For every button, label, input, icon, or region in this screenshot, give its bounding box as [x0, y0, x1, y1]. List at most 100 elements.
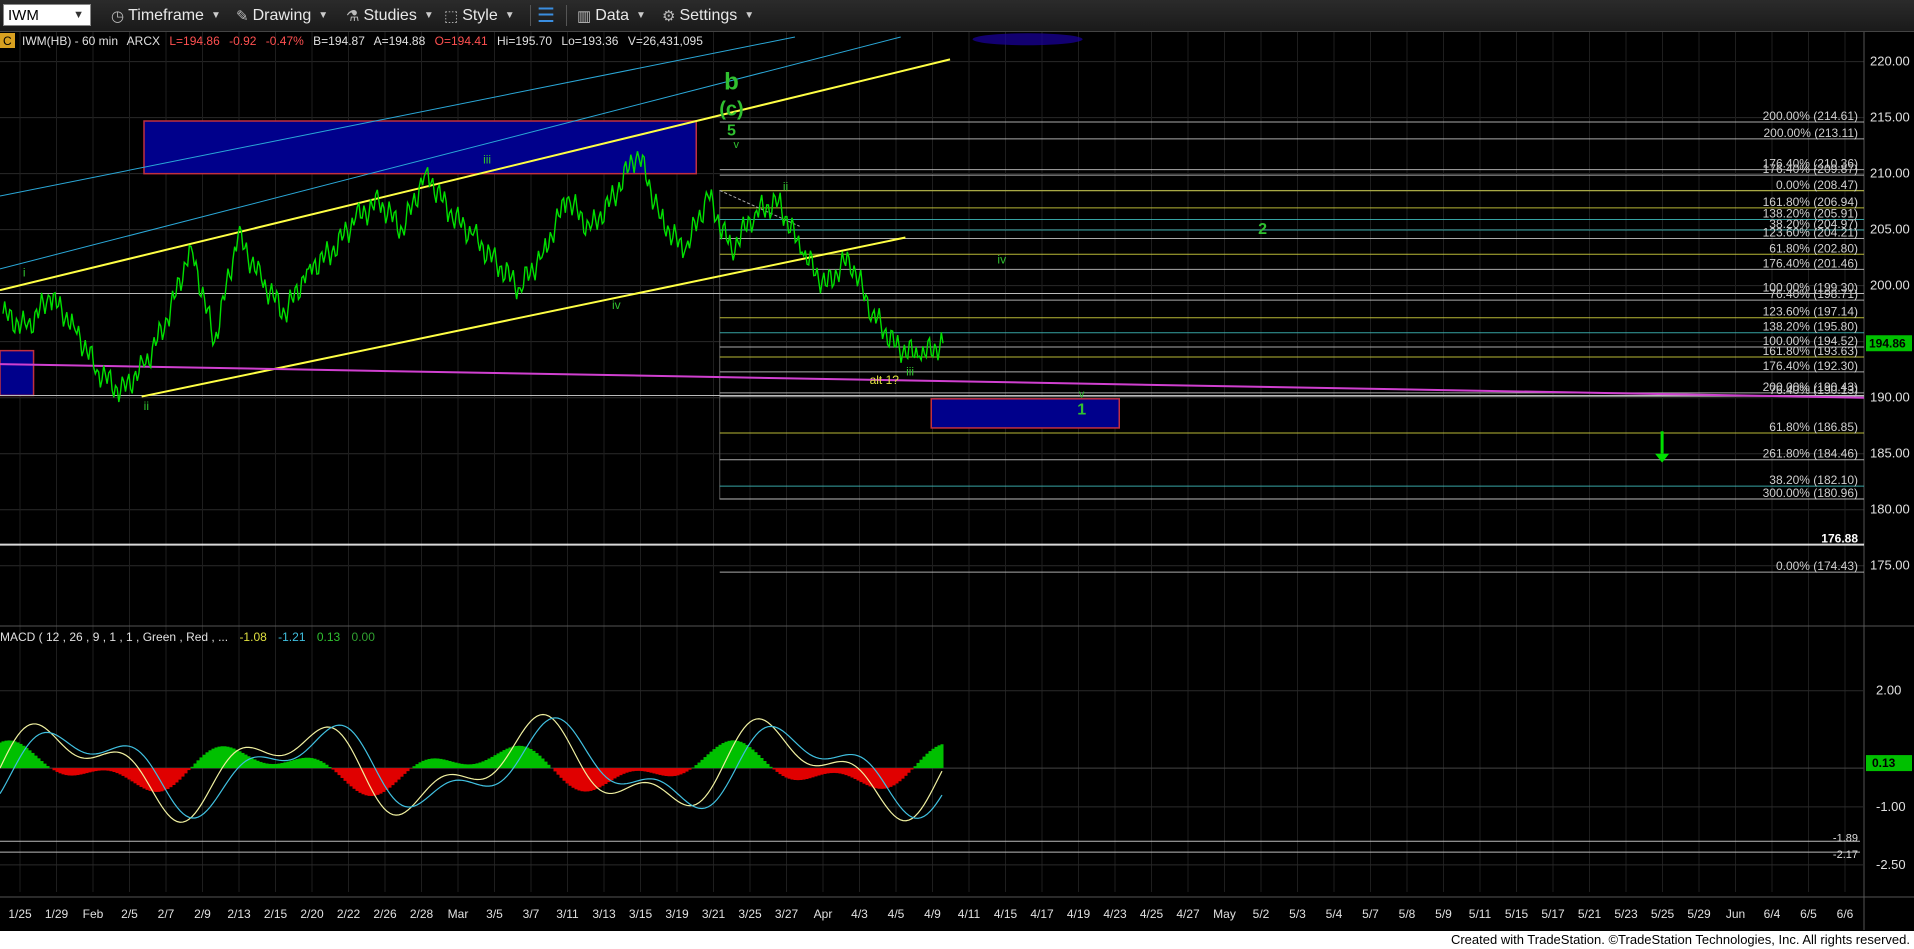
- fib-level-label: 61.80% (186.85): [1769, 420, 1858, 434]
- last-price-label: 194.86: [1869, 336, 1906, 350]
- chevron-down-icon[interactable]: ▼: [73, 9, 84, 21]
- macd-header: MACD ( 12 , 26 , 9 , 1 , 1 , Green , Red…: [0, 630, 375, 644]
- time-tick-label: 3/13: [592, 907, 616, 921]
- timeframe-label: Timeframe: [128, 6, 204, 24]
- wave-label: iv: [612, 298, 621, 312]
- time-tick-label: 2/15: [264, 907, 288, 921]
- time-tick-label: 2/28: [410, 907, 434, 921]
- fib-level-label: 300.00% (180.96): [1763, 486, 1858, 500]
- flask-icon: ⚗: [346, 7, 360, 25]
- target-box-left: [0, 349, 35, 397]
- fib-level-label: 176.40% (209.87): [1763, 162, 1858, 176]
- chevron-down-icon: ▼: [504, 10, 515, 21]
- time-tick-label: 4/9: [924, 907, 941, 921]
- time-tick-label: 5/7: [1362, 907, 1379, 921]
- wave-label: v: [1079, 389, 1085, 401]
- studies-menu[interactable]: ⚗ Studies ▼: [346, 0, 434, 31]
- copyright-text: Created with TradeStation. ©TradeStation…: [1450, 932, 1910, 947]
- fib-level-label: 123.60% (204.21): [1763, 226, 1858, 240]
- header-pct: -0.47%: [266, 34, 304, 48]
- pencil-icon: ✎: [236, 7, 249, 25]
- chevron-down-icon: ▼: [318, 10, 329, 21]
- drawing-menu[interactable]: ✎ Drawing ▼: [236, 0, 328, 31]
- time-tick-label: 6/6: [1837, 907, 1854, 921]
- time-tick-label: May: [1213, 907, 1236, 921]
- fib-level-label: 0.00% (174.43): [1776, 559, 1858, 573]
- time-tick-label: 2/7: [158, 907, 175, 921]
- settings-label: Settings: [679, 6, 738, 24]
- time-tick-label: 3/21: [702, 907, 726, 921]
- header-open: O=194.41: [435, 34, 488, 48]
- footer: Created with TradeStation. ©TradeStation…: [0, 931, 1914, 949]
- ellipse-shape: [972, 33, 1083, 46]
- time-tick-label: 4/19: [1067, 907, 1091, 921]
- time-tick-label: Apr: [814, 907, 833, 921]
- time-tick-label: Feb: [83, 907, 104, 921]
- time-tick-label: 5/25: [1651, 907, 1675, 921]
- time-tick-label: 4/5: [888, 907, 905, 921]
- time-tick-label: 2/26: [373, 907, 397, 921]
- fib-level-label: 138.20% (195.80): [1763, 320, 1858, 334]
- fib-level-label: 200.00% (213.11): [1763, 126, 1858, 140]
- timeframe-menu[interactable]: ◷ Timeframe ▼: [111, 0, 221, 31]
- layout-button[interactable]: ☰: [537, 0, 559, 31]
- wave-label: (c): [719, 98, 743, 120]
- data-menu[interactable]: ▥ Data ▼: [577, 0, 646, 31]
- time-tick-label: 5/3: [1289, 907, 1306, 921]
- fib-level-label: 123.60% (197.14): [1763, 305, 1858, 319]
- time-tick-label: 2/13: [227, 907, 251, 921]
- fib-level-label: 176.40% (192.30): [1763, 359, 1858, 373]
- wave-label: b: [724, 69, 739, 96]
- settings-menu[interactable]: ⚙ Settings ▼: [662, 0, 754, 31]
- time-tick-label: 3/11: [556, 907, 579, 921]
- time-tick-label: 3/25: [738, 907, 762, 921]
- chevron-down-icon: ▼: [744, 10, 755, 21]
- macd-tick-label: -2.50: [1876, 857, 1906, 872]
- macd-level-label: -1.89: [1833, 832, 1858, 844]
- toolbar-divider: [566, 5, 567, 26]
- studies-label: Studies: [363, 6, 417, 24]
- price-tick-label: 215.00: [1870, 110, 1910, 125]
- wave-label: 5: [727, 123, 736, 140]
- wave-label: iii: [483, 153, 491, 167]
- time-tick-label: 5/9: [1435, 907, 1452, 921]
- wave-label: i: [23, 266, 26, 280]
- header-volume: V=26,431,095: [628, 34, 703, 48]
- target-box-upper: [143, 120, 697, 175]
- time-tick-label: 4/3: [851, 907, 868, 921]
- data-label: Data: [595, 6, 629, 24]
- macd-value-label: 0.13: [1872, 756, 1896, 770]
- time-tick-label: 3/27: [775, 907, 799, 921]
- time-tick-label: 5/21: [1578, 907, 1602, 921]
- macd-level-label: -2.17: [1833, 849, 1858, 861]
- fib-level-label: 0.00% (208.47): [1776, 178, 1858, 192]
- time-tick-label: 3/5: [486, 907, 503, 921]
- target-box-lower: [930, 398, 1120, 429]
- toolbar-divider: [530, 5, 531, 26]
- chevron-down-icon: ▼: [635, 10, 646, 21]
- time-axis: 1/25 1/29 Feb 2/5 2/7 2/9 2/13 2/15 2/20 2/22 2/26…: [8, 907, 1853, 921]
- style-label: Style: [462, 6, 498, 24]
- macd-value-3: 0.13: [317, 630, 341, 644]
- time-tick-label: 4/25: [1140, 907, 1164, 921]
- header-ask: A=194.88: [374, 34, 426, 48]
- drawing-label: Drawing: [252, 6, 312, 24]
- chevron-down-icon: ▼: [210, 10, 221, 21]
- layout-icon: ☰: [537, 5, 555, 27]
- time-tick-label: 5/23: [1614, 907, 1638, 921]
- price-chart[interactable]: 200.00% (214.61)200.00% (213.11)176.40% …: [0, 32, 1914, 930]
- price-tick-label: 190.00: [1870, 390, 1910, 405]
- wave-label: ii: [783, 179, 788, 193]
- chevron-down-icon: ▼: [423, 10, 434, 21]
- macd-tick-label: 2.00: [1876, 683, 1901, 698]
- style-menu[interactable]: ⬚ Style ▼: [444, 0, 515, 31]
- symbol-text: IWM: [8, 6, 39, 24]
- time-tick-label: 3/7: [523, 907, 540, 921]
- symbol-input[interactable]: IWM ▼: [3, 4, 91, 26]
- time-tick-label: 4/23: [1103, 907, 1127, 921]
- macd-tick-label: -1.00: [1876, 799, 1906, 814]
- macd-value-1: -1.08: [239, 630, 267, 644]
- time-tick-label: 6/5: [1800, 907, 1817, 921]
- macd-value-4: 0.00: [352, 630, 376, 644]
- time-tick-label: 5/11: [1469, 907, 1492, 921]
